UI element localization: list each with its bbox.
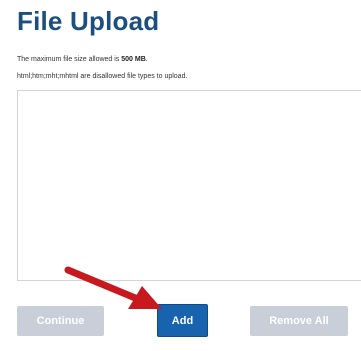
remove-all-button[interactable]: Remove All xyxy=(250,306,348,336)
max-size-prefix: The maximum file size allowed is xyxy=(17,56,122,63)
file-drop-zone[interactable] xyxy=(17,90,361,281)
max-size-note: The maximum file size allowed is 500 MB. xyxy=(17,55,148,64)
file-upload-page: File Upload The maximum file size allowe… xyxy=(0,0,361,351)
max-size-suffix: . xyxy=(145,56,148,63)
page-title: File Upload xyxy=(17,6,160,36)
arrow-shaft xyxy=(64,266,144,304)
max-size-value: 500 MB xyxy=(121,56,146,63)
arrow-pointer-icon xyxy=(64,266,162,309)
disallowed-types-note: html;htm;mht;mhtml are disallowed file t… xyxy=(17,73,188,80)
